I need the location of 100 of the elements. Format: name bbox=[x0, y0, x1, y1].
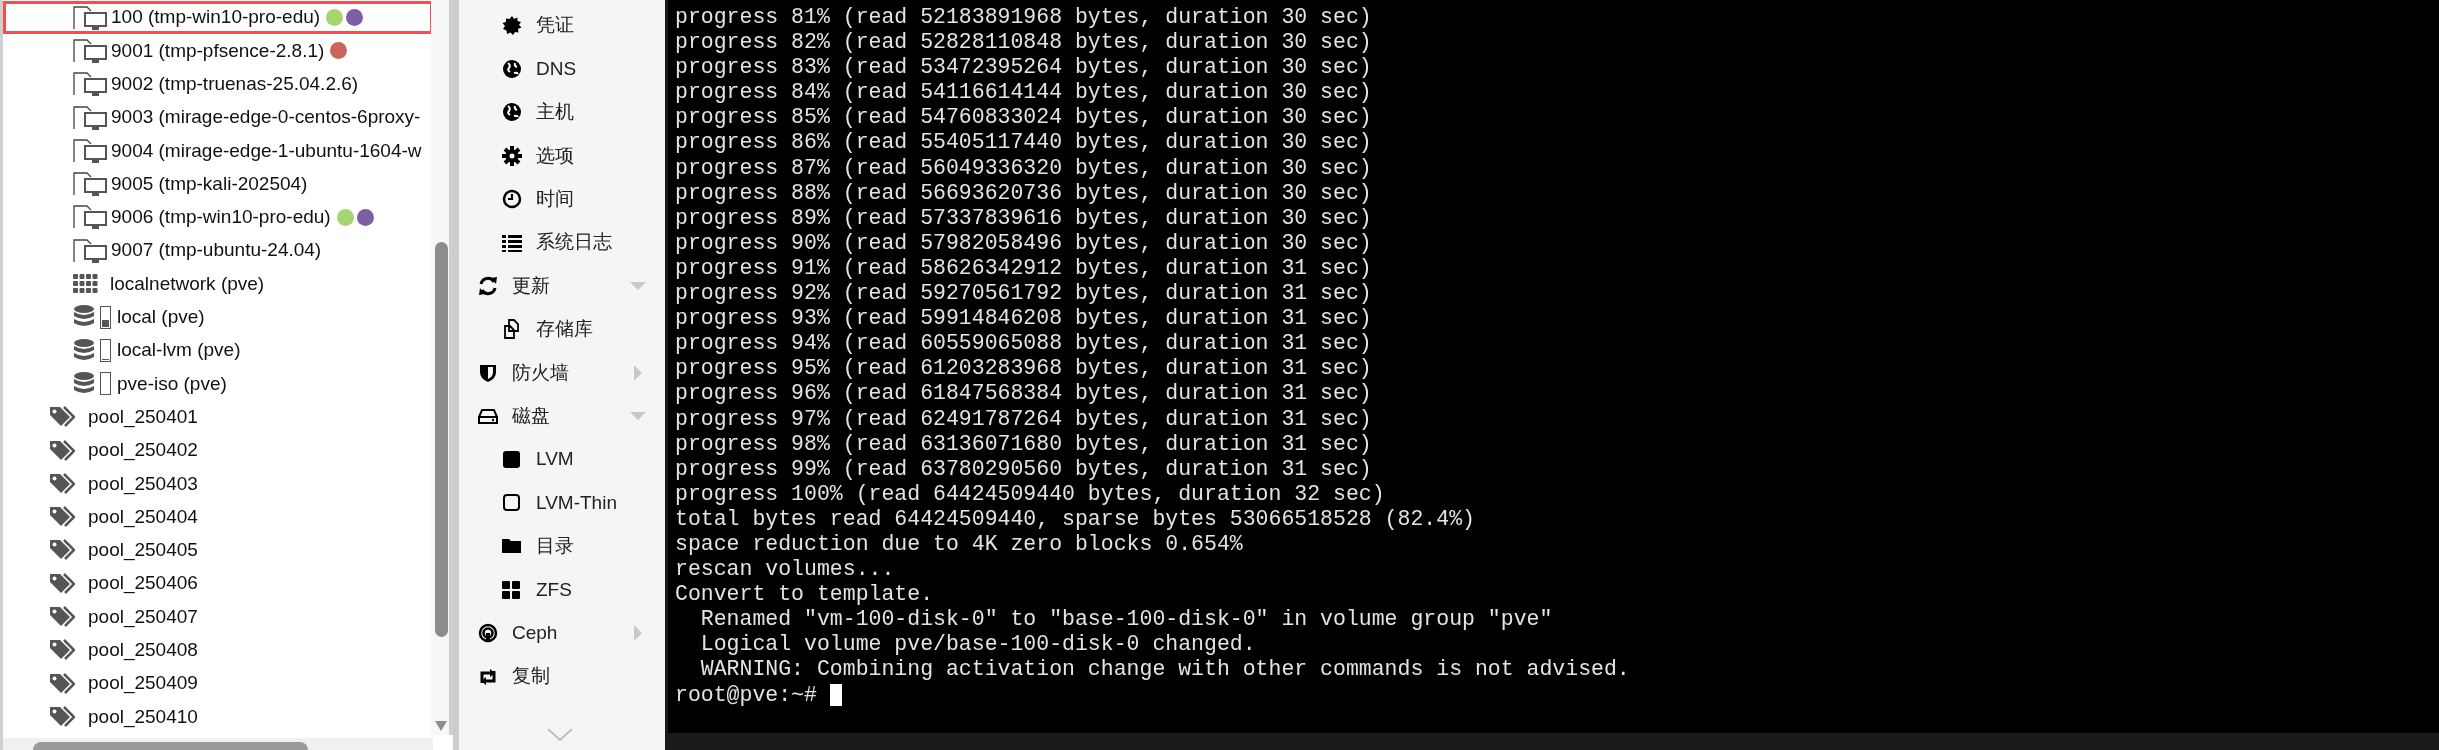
menu-item[interactable]: LVM bbox=[459, 437, 665, 482]
tree-item[interactable]: 9006 (tmp-win10-pro-edu) bbox=[3, 200, 433, 235]
database-icon bbox=[73, 338, 95, 363]
tags-icon bbox=[49, 406, 75, 429]
terminal-line: progress 100% (read 64424509440 bytes, duration 32 sec) bbox=[675, 481, 1386, 507]
tree-item[interactable]: local (pve) bbox=[3, 300, 433, 334]
menu-item[interactable]: 系统日志 bbox=[459, 220, 665, 265]
terminal-line: progress 94% (read 60559065088 bytes, duration 31 sec) bbox=[675, 331, 1373, 357]
terminal-line: rescan volumes... bbox=[675, 557, 896, 583]
item-label: 9004 (mirage-edge-1-ubuntu-1604-w bbox=[111, 138, 422, 163]
hard-drive-icon bbox=[478, 406, 498, 427]
template-monitor-icon bbox=[73, 138, 107, 163]
template-monitor-icon bbox=[73, 172, 107, 197]
tags-icon bbox=[49, 672, 75, 695]
tree-item[interactable]: 9002 (tmp-truenas-25.04.2.6) bbox=[3, 67, 433, 101]
menu-item[interactable]: ZFS bbox=[459, 568, 665, 612]
menu-item[interactable]: Ceph bbox=[459, 611, 665, 655]
template-monitor-icon bbox=[73, 205, 107, 230]
shield-icon bbox=[478, 362, 498, 383]
menu-item[interactable]: 复制 bbox=[459, 654, 665, 699]
terminal-line: progress 97% (read 62491787264 bytes, duration 31 sec) bbox=[675, 406, 1373, 432]
template-monitor-icon bbox=[73, 238, 107, 263]
menu-item[interactable]: 凭证 bbox=[459, 4, 665, 48]
tree-item[interactable]: pool_250406 bbox=[3, 567, 433, 601]
menu-item[interactable]: DNS bbox=[459, 47, 665, 91]
tree-item[interactable]: pool_250402 bbox=[3, 433, 433, 468]
terminal-line: total bytes read 64424509440, sparse bytes 53066518528 (82.4%) bbox=[675, 506, 1476, 532]
tree-item[interactable]: pool_250410 bbox=[3, 700, 433, 734]
tree-item[interactable]: 9004 (mirage-edge-1-ubuntu-1604-w bbox=[3, 134, 433, 168]
scrollbar-thumb[interactable] bbox=[33, 742, 308, 750]
square-icon bbox=[502, 449, 522, 470]
tree-item[interactable]: 9007 (tmp-ubuntu-24.04) bbox=[3, 234, 433, 268]
item-label: pool_250405 bbox=[88, 538, 198, 563]
item-label: pool_250406 bbox=[88, 571, 198, 596]
item-label: local-lvm (pve) bbox=[117, 338, 241, 363]
item-label: 9007 (tmp-ubuntu-24.04) bbox=[111, 238, 322, 263]
tree-item[interactable]: pool_250409 bbox=[3, 666, 433, 701]
template-monitor-icon bbox=[73, 72, 107, 97]
terminal-line: progress 85% (read 54760833024 bytes, duration 30 sec) bbox=[675, 105, 1373, 131]
template-monitor-icon bbox=[73, 105, 107, 130]
menu-item[interactable]: 目录 bbox=[459, 524, 665, 569]
terminal-line: progress 95% (read 61203283968 bytes, duration 31 sec) bbox=[675, 356, 1373, 382]
cursor bbox=[829, 684, 842, 707]
menu-item[interactable]: 存储库 bbox=[459, 307, 665, 352]
menu-item[interactable]: 防火墙 bbox=[459, 351, 665, 395]
menu-item[interactable]: 磁盘 bbox=[459, 394, 665, 438]
terminal-line: progress 83% (read 53472395264 bytes, duration 30 sec) bbox=[675, 55, 1373, 81]
item-label: local (pve) bbox=[117, 305, 205, 330]
clock-icon bbox=[502, 189, 522, 210]
terminal-line: progress 92% (read 59270561792 bytes, duration 31 sec) bbox=[675, 281, 1373, 307]
menu-item[interactable]: 更新 bbox=[459, 264, 665, 308]
item-label: 9006 (tmp-win10-pro-edu) bbox=[111, 205, 331, 230]
menu-item[interactable]: LVM-Thin bbox=[459, 481, 665, 525]
tags-icon bbox=[49, 606, 75, 628]
retweet-icon bbox=[478, 666, 498, 687]
item-label: pool_250409 bbox=[88, 671, 198, 696]
terminal-line: Convert to template. bbox=[675, 582, 935, 608]
tags-icon bbox=[49, 506, 75, 529]
terminal-line: Logical volume pve/base-100-disk-0 changed. bbox=[699, 632, 1257, 658]
grid-icon bbox=[73, 274, 98, 294]
scroll-down-icon[interactable] bbox=[547, 728, 573, 742]
tags-icon bbox=[49, 539, 75, 562]
tree-item[interactable]: localnetwork (pve) bbox=[3, 267, 433, 301]
menu-item[interactable]: 主机 bbox=[459, 90, 665, 135]
tree-item[interactable]: pool_250405 bbox=[3, 533, 433, 568]
tree-item[interactable]: pool_250408 bbox=[3, 633, 433, 667]
item-label: pool_250408 bbox=[88, 638, 198, 663]
item-label: 9005 (tmp-kali-202504) bbox=[111, 171, 308, 196]
menu-item[interactable]: 选项 bbox=[459, 134, 665, 178]
terminal-line: progress 88% (read 56693620736 bytes, duration 30 sec) bbox=[675, 180, 1373, 206]
terminal-prompt: root@pve:~# bbox=[675, 682, 818, 708]
item-label: 100 (tmp-win10-pro-edu) bbox=[111, 5, 321, 30]
item-label: localnetwork (pve) bbox=[110, 271, 265, 296]
tree-item[interactable]: 100 (tmp-win10-pro-edu) bbox=[3, 1, 433, 35]
tree-item[interactable]: 9001 (tmp-pfsence-2.8.1) bbox=[3, 34, 433, 68]
menu-item[interactable]: 时间 bbox=[459, 177, 665, 221]
terminal-line: progress 87% (read 56049336320 bytes, duration 30 sec) bbox=[675, 155, 1373, 181]
tags-icon bbox=[49, 705, 75, 728]
terminal-line: progress 96% (read 61847568384 bytes, duration 31 sec) bbox=[675, 381, 1373, 407]
tree-item[interactable]: pool_250404 bbox=[3, 500, 433, 534]
item-label: pool_250407 bbox=[88, 604, 198, 630]
tree-item[interactable]: pool_250401 bbox=[3, 400, 433, 434]
terminal-line: progress 84% (read 54116614144 bytes, duration 30 sec) bbox=[675, 80, 1373, 106]
tags-icon bbox=[49, 472, 75, 495]
terminal-line: space reduction due to 4K zero blocks 0.654% bbox=[675, 531, 1244, 558]
tree-item[interactable]: local-lvm (pve) bbox=[3, 333, 433, 368]
tree-item[interactable]: pool_250403 bbox=[3, 467, 433, 501]
terminal-line: progress 86% (read 55405117440 bytes, duration 30 sec) bbox=[675, 130, 1373, 156]
terminal-line: progress 81% (read 52183891968 bytes, duration 30 sec) bbox=[675, 5, 1373, 31]
scroll-down-icon[interactable] bbox=[435, 721, 447, 731]
tree-item[interactable]: 9005 (tmp-kali-202504) bbox=[3, 167, 433, 201]
tree-item[interactable]: 9003 (mirage-edge-0-centos-6proxy- bbox=[3, 100, 433, 135]
tree-item[interactable]: pool_250407 bbox=[3, 600, 433, 634]
item-label: 9003 (mirage-edge-0-centos-6proxy- bbox=[111, 105, 421, 130]
terminal-line: progress 98% (read 63136071680 bytes, duration 31 sec) bbox=[675, 431, 1373, 457]
tags-icon bbox=[49, 439, 75, 462]
scrollbar-thumb[interactable] bbox=[435, 242, 448, 637]
tree-item[interactable]: pve-iso (pve) bbox=[3, 367, 433, 401]
terminal-line: progress 89% (read 57337839616 bytes, duration 30 sec) bbox=[675, 205, 1373, 231]
list-icon bbox=[502, 232, 522, 253]
